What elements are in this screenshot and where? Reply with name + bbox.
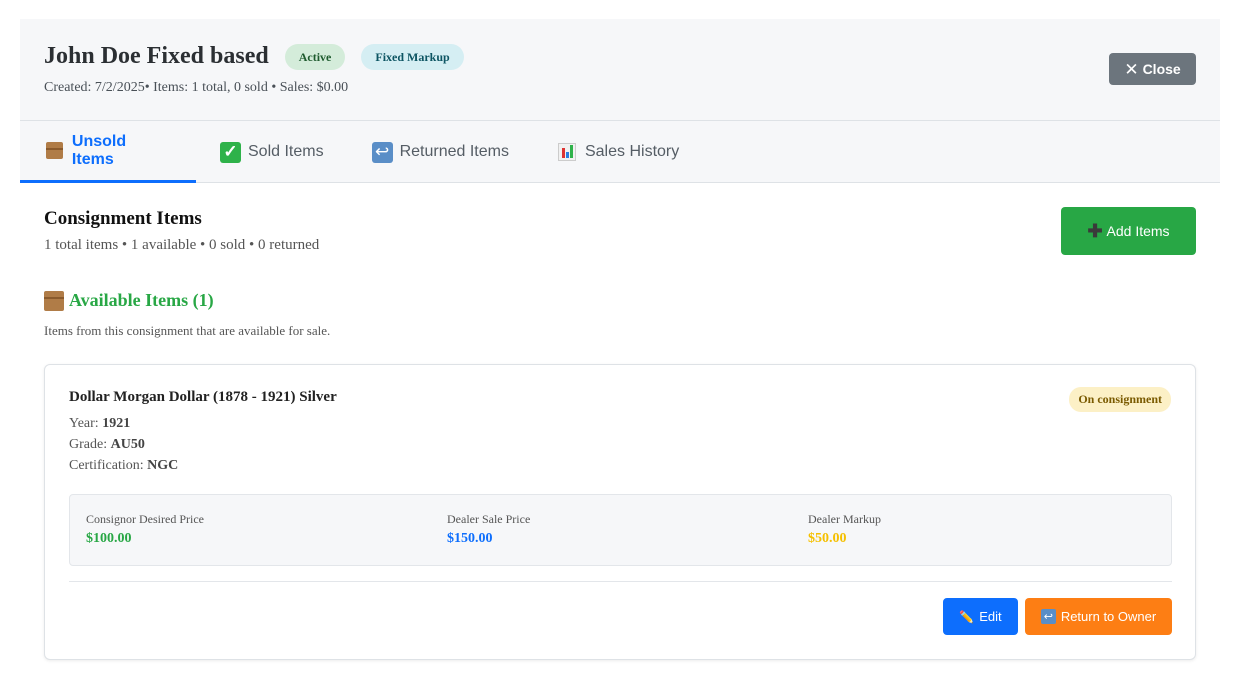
close-label: Close bbox=[1142, 61, 1181, 77]
price-value: $150.00 bbox=[447, 531, 493, 546]
section-title: Consignment Items bbox=[44, 208, 202, 229]
consignment-meta: Created: 7/2/2025• Items: 1 total, 0 sol… bbox=[44, 80, 349, 95]
check-icon: ✓ bbox=[220, 141, 241, 163]
tab-label: Unsold Items bbox=[71, 132, 127, 168]
section-summary: 1 total items • 1 available • 0 sold • 0… bbox=[44, 237, 320, 253]
consignment-status-badge: On consignment bbox=[1069, 387, 1171, 412]
price-label: Dealer Markup bbox=[808, 512, 881, 526]
tab-unsold-items[interactable]: Unsold Items bbox=[20, 121, 196, 183]
price-panel: Consignor Desired Price $100.00 Dealer S… bbox=[69, 494, 1172, 566]
consignor-price: Consignor Desired Price $100.00 bbox=[86, 512, 204, 547]
item-year: Year: 1921 bbox=[69, 416, 130, 432]
page-title: John Doe Fixed based bbox=[44, 43, 269, 69]
grade-label: Grade: bbox=[69, 437, 108, 452]
tab-sold-items[interactable]: ✓ Sold Items bbox=[196, 121, 348, 183]
return-label: Return to Owner bbox=[1060, 609, 1157, 624]
price-value: $50.00 bbox=[808, 531, 847, 546]
certification-label: Certification: bbox=[69, 458, 144, 473]
modal-header: John Doe Fixed based Active Fixed Markup… bbox=[20, 19, 1220, 121]
certification-value: NGC bbox=[147, 458, 179, 473]
close-button[interactable]: ✕ Close bbox=[1109, 53, 1196, 85]
price-label: Consignor Desired Price bbox=[86, 512, 204, 526]
return-icon: ↩ bbox=[1040, 609, 1056, 624]
tab-sales-history[interactable]: Sales History bbox=[533, 121, 703, 183]
return-to-owner-button[interactable]: ↩ Return to Owner bbox=[1025, 598, 1172, 635]
price-value: $100.00 bbox=[86, 531, 132, 546]
year-label: Year: bbox=[69, 416, 99, 431]
tab-returned-items[interactable]: ↩ Returned Items bbox=[348, 121, 533, 183]
available-items-title: Available Items (1) bbox=[69, 290, 214, 310]
edit-button[interactable]: ✏️ Edit bbox=[943, 598, 1018, 635]
edit-label: Edit bbox=[979, 609, 1002, 624]
dealer-markup: Dealer Markup $50.00 bbox=[808, 512, 881, 547]
item-name: Dollar Morgan Dollar (1878 - 1921) Silve… bbox=[69, 389, 337, 405]
item-card: Dollar Morgan Dollar (1878 - 1921) Silve… bbox=[44, 364, 1196, 660]
markup-type-badge: Fixed Markup bbox=[361, 43, 464, 70]
tab-bar: Unsold Items ✓ Sold Items ↩ Returned Ite… bbox=[20, 121, 1220, 183]
tab-label: Sold Items bbox=[248, 143, 324, 160]
package-icon bbox=[44, 290, 64, 311]
add-items-button[interactable]: ✚ Add Items bbox=[1061, 207, 1196, 255]
package-icon bbox=[44, 140, 65, 161]
available-items-description: Items from this consignment that are ava… bbox=[44, 323, 331, 338]
tab-label: Returned Items bbox=[399, 143, 509, 160]
available-items-heading: Available Items (1) bbox=[44, 290, 214, 311]
year-value: 1921 bbox=[102, 416, 131, 431]
item-grade: Grade: AU50 bbox=[69, 437, 145, 453]
price-label: Dealer Sale Price bbox=[447, 512, 531, 526]
close-icon: ✕ bbox=[1124, 59, 1139, 79]
card-divider bbox=[69, 581, 1172, 582]
add-items-label: Add Items bbox=[1106, 223, 1170, 239]
grade-value: AU50 bbox=[110, 437, 145, 452]
pencil-icon: ✏️ bbox=[959, 609, 975, 624]
tab-label: Sales History bbox=[584, 143, 680, 160]
status-badge: Active bbox=[284, 43, 346, 70]
dealer-sale-price: Dealer Sale Price $150.00 bbox=[447, 512, 530, 547]
chart-icon bbox=[557, 142, 578, 163]
return-icon: ↩ bbox=[371, 141, 393, 163]
item-certification: Certification: NGC bbox=[69, 458, 178, 474]
plus-icon: ✚ bbox=[1087, 220, 1103, 241]
